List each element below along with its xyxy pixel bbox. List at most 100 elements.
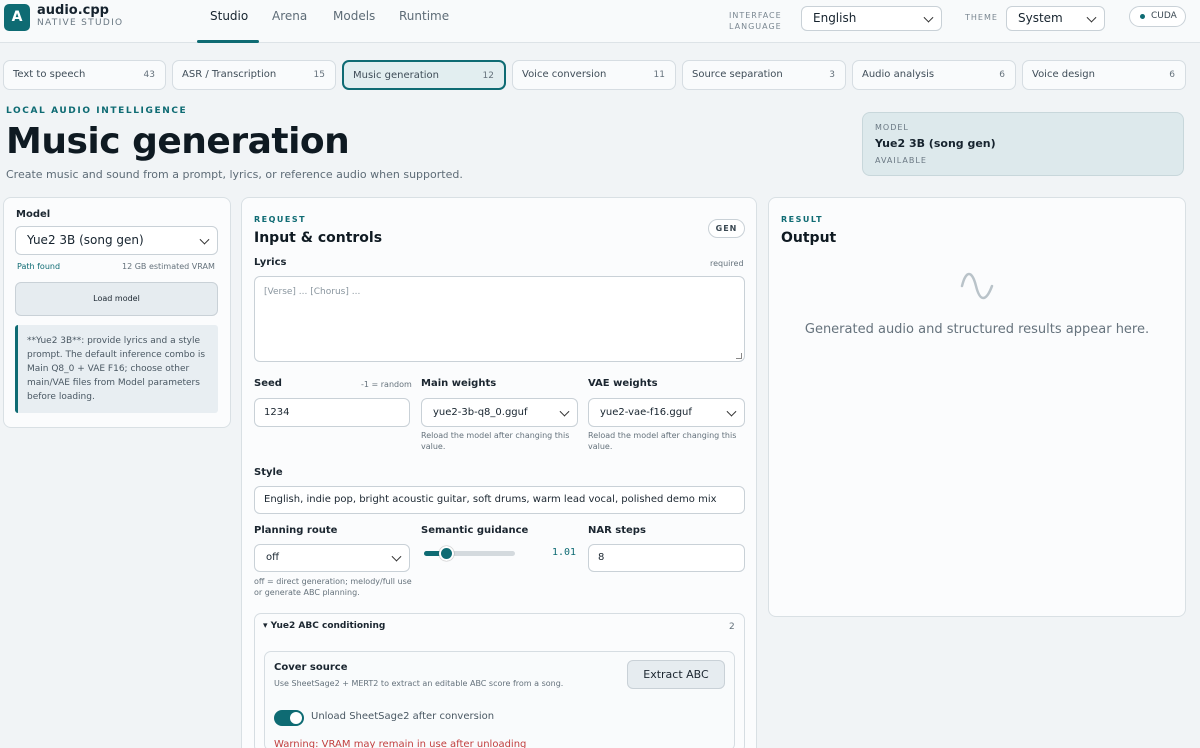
main-weights-select[interactable]: yue2-3b-q8_0.gguf bbox=[421, 398, 578, 427]
cover-source-title: Cover source bbox=[274, 662, 348, 673]
status-dot-icon bbox=[1140, 14, 1145, 19]
tab-count: 43 bbox=[143, 70, 155, 80]
request-eyebrow: REQUEST bbox=[254, 215, 307, 224]
app-name: audio.cpp bbox=[37, 3, 109, 18]
page-eyebrow: LOCAL AUDIO INTELLIGENCE bbox=[6, 106, 188, 116]
current-model-card: MODEL Yue2 3B (song gen) AVAILABLE bbox=[862, 112, 1184, 176]
semantic-guidance-label: Semantic guidance bbox=[421, 525, 529, 536]
backend-badge: CUDA bbox=[1129, 6, 1186, 27]
waveform-icon bbox=[960, 272, 994, 300]
slider-thumb[interactable] bbox=[438, 546, 454, 561]
lyrics-label: Lyrics bbox=[254, 257, 287, 268]
tab-label: Voice design bbox=[1032, 69, 1095, 80]
vram-warning: Warning: VRAM may remain in use after un… bbox=[274, 739, 527, 748]
resize-handle-icon[interactable] bbox=[736, 353, 742, 359]
nar-steps-label: NAR steps bbox=[588, 525, 646, 536]
tab-label: Source separation bbox=[692, 69, 783, 80]
nar-steps-input[interactable]: 8 bbox=[588, 544, 745, 572]
tab-count: 3 bbox=[829, 70, 835, 80]
chevron-down-icon bbox=[391, 551, 402, 562]
tab-count: 6 bbox=[999, 70, 1005, 80]
model-card-label: MODEL bbox=[875, 123, 909, 132]
result-empty-message: Generated audio and structured results a… bbox=[804, 322, 1150, 337]
app-subtitle: NATIVE STUDIO bbox=[37, 18, 124, 28]
unload-sheetsage-label: Unload SheetSage2 after conversion bbox=[311, 711, 495, 722]
model-vram-estimate: 12 GB estimated VRAM bbox=[122, 262, 215, 271]
lyrics-textarea[interactable]: [Verse] ... [Chorus] ... bbox=[254, 276, 745, 362]
chevron-down-icon bbox=[726, 406, 737, 417]
interface-language-label: INTERFACE LANGUAGE bbox=[729, 11, 782, 31]
page-description: Create music and sound from a prompt, ly… bbox=[6, 168, 463, 181]
tab-label: ASR / Transcription bbox=[182, 69, 277, 80]
tab-asr-transcription[interactable]: ASR / Transcription 15 bbox=[172, 60, 336, 90]
load-model-button[interactable]: Load model bbox=[15, 282, 218, 316]
language-select[interactable]: English bbox=[801, 6, 942, 31]
tab-count: 12 bbox=[482, 71, 494, 81]
planning-route-select[interactable]: off bbox=[254, 544, 410, 572]
vae-weights-hint: Reload the model after changing this val… bbox=[588, 431, 737, 451]
seed-hint: -1 = random bbox=[361, 380, 412, 389]
main-weights-hint: Reload the model after changing this val… bbox=[421, 431, 570, 451]
seed-input[interactable]: 1234 bbox=[254, 398, 410, 427]
tab-music-generation[interactable]: Music generation 12 bbox=[342, 60, 506, 90]
theme-select[interactable]: System bbox=[1006, 6, 1105, 31]
model-card-name: Yue2 3B (song gen) bbox=[875, 137, 996, 150]
mode-badge: GEN bbox=[708, 219, 745, 238]
lyrics-placeholder: [Verse] ... [Chorus] ... bbox=[264, 287, 361, 297]
nav-arena[interactable]: Arena bbox=[272, 9, 307, 23]
result-title: Output bbox=[781, 230, 837, 246]
extract-abc-button[interactable]: Extract ABC bbox=[627, 660, 725, 689]
seed-label: Seed bbox=[254, 378, 282, 389]
app-logo-icon: A bbox=[4, 4, 30, 31]
nav-models[interactable]: Models bbox=[333, 9, 375, 23]
tab-audio-analysis[interactable]: Audio analysis 6 bbox=[852, 60, 1016, 90]
nav-runtime[interactable]: Runtime bbox=[399, 9, 449, 23]
model-card-status: AVAILABLE bbox=[875, 156, 927, 165]
nav-studio[interactable]: Studio bbox=[210, 9, 248, 23]
model-path-status: Path found bbox=[17, 262, 61, 271]
model-select[interactable]: Yue2 3B (song gen) bbox=[15, 226, 218, 255]
tab-label: Music generation bbox=[353, 70, 440, 81]
chevron-down-icon bbox=[559, 406, 570, 417]
language-select-value: English bbox=[813, 11, 857, 25]
tab-count: 15 bbox=[313, 70, 325, 80]
planning-route-hint: off = direct generation; melody/full use… bbox=[254, 577, 412, 597]
model-note: **Yue2 3B**: provide lyrics and a style … bbox=[15, 325, 218, 413]
page-title: Music generation bbox=[6, 121, 350, 162]
tab-label: Voice conversion bbox=[522, 69, 607, 80]
tab-voice-design[interactable]: Voice design 6 bbox=[1022, 60, 1186, 90]
style-label: Style bbox=[254, 467, 283, 478]
unload-sheetsage-toggle[interactable] bbox=[274, 710, 304, 726]
semantic-guidance-value: 1.01 bbox=[552, 547, 577, 558]
abc-conditioning-toggle[interactable]: ▾ Yue2 ABC conditioning bbox=[263, 621, 385, 631]
backend-badge-label: CUDA bbox=[1151, 11, 1177, 21]
main-weights-label: Main weights bbox=[421, 378, 497, 389]
chevron-down-icon bbox=[1086, 12, 1097, 23]
tab-label: Text to speech bbox=[13, 69, 86, 80]
planning-route-label: Planning route bbox=[254, 525, 338, 536]
vae-weights-value: yue2-vae-f16.gguf bbox=[600, 407, 692, 418]
model-select-value: Yue2 3B (song gen) bbox=[27, 233, 144, 247]
theme-label: THEME bbox=[965, 13, 998, 22]
tab-source-separation[interactable]: Source separation 3 bbox=[682, 60, 846, 90]
vae-weights-label: VAE weights bbox=[588, 378, 658, 389]
vae-weights-select[interactable]: yue2-vae-f16.gguf bbox=[588, 398, 745, 427]
tab-voice-conversion[interactable]: Voice conversion 11 bbox=[512, 60, 676, 90]
request-title: Input & controls bbox=[254, 230, 383, 246]
tab-label: Audio analysis bbox=[862, 69, 935, 80]
caret-down-icon: ▾ bbox=[263, 621, 271, 631]
toggle-knob bbox=[290, 712, 302, 724]
tab-count: 11 bbox=[653, 70, 665, 80]
tab-count: 6 bbox=[1169, 70, 1175, 80]
result-eyebrow: RESULT bbox=[781, 215, 824, 224]
nav-active-indicator bbox=[197, 40, 259, 43]
abc-conditioning-title: Yue2 ABC conditioning bbox=[270, 621, 386, 631]
style-input[interactable]: English, indie pop, bright acoustic guit… bbox=[254, 486, 745, 514]
top-bar: A audio.cpp NATIVE STUDIO Studio Arena M… bbox=[0, 0, 1200, 43]
planning-route-value: off bbox=[266, 552, 280, 563]
cover-source-description: Use SheetSage2 + MERT2 to extract an edi… bbox=[274, 679, 564, 688]
tab-text-to-speech[interactable]: Text to speech 43 bbox=[3, 60, 166, 90]
semantic-guidance-slider[interactable] bbox=[424, 546, 515, 561]
theme-select-value: System bbox=[1018, 11, 1063, 25]
model-label: Model bbox=[16, 209, 51, 220]
